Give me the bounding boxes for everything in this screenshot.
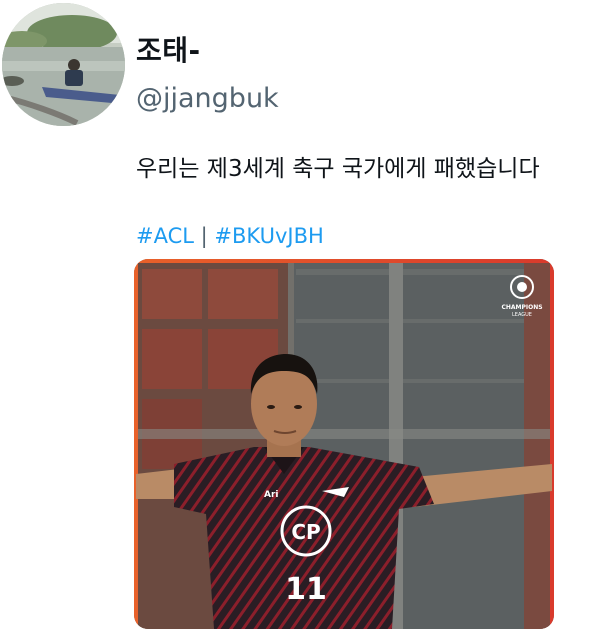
tweet-media[interactable]: CHAMPIONS LEAGUE CP 11 Ari <box>134 259 554 629</box>
hashtag-acl[interactable]: #ACL <box>136 224 194 248</box>
tweet-text: 우리는 제3세계 축구 국가에게 패했습니다 <box>136 156 540 182</box>
hashtag-bkuvjbh[interactable]: #BKUvJBH <box>214 224 323 248</box>
display-name[interactable]: 조태- <box>136 29 201 69</box>
logo-text-line2: LEAGUE <box>512 312 532 318</box>
hashtag-line: #ACL | #BKUvJBH <box>136 224 324 248</box>
kit-brand: Ari <box>264 490 279 500</box>
avatar[interactable] <box>2 3 125 126</box>
hashtag-separator: | <box>200 224 208 248</box>
media-image: CHAMPIONS LEAGUE CP 11 Ari <box>134 259 554 629</box>
jersey-sponsor: CP <box>291 520 320 544</box>
avatar-image <box>2 3 125 126</box>
user-handle[interactable]: @jjangbuk <box>136 83 279 114</box>
jersey-number: 11 <box>285 572 327 607</box>
logo-text-line1: CHAMPIONS <box>501 304 542 311</box>
